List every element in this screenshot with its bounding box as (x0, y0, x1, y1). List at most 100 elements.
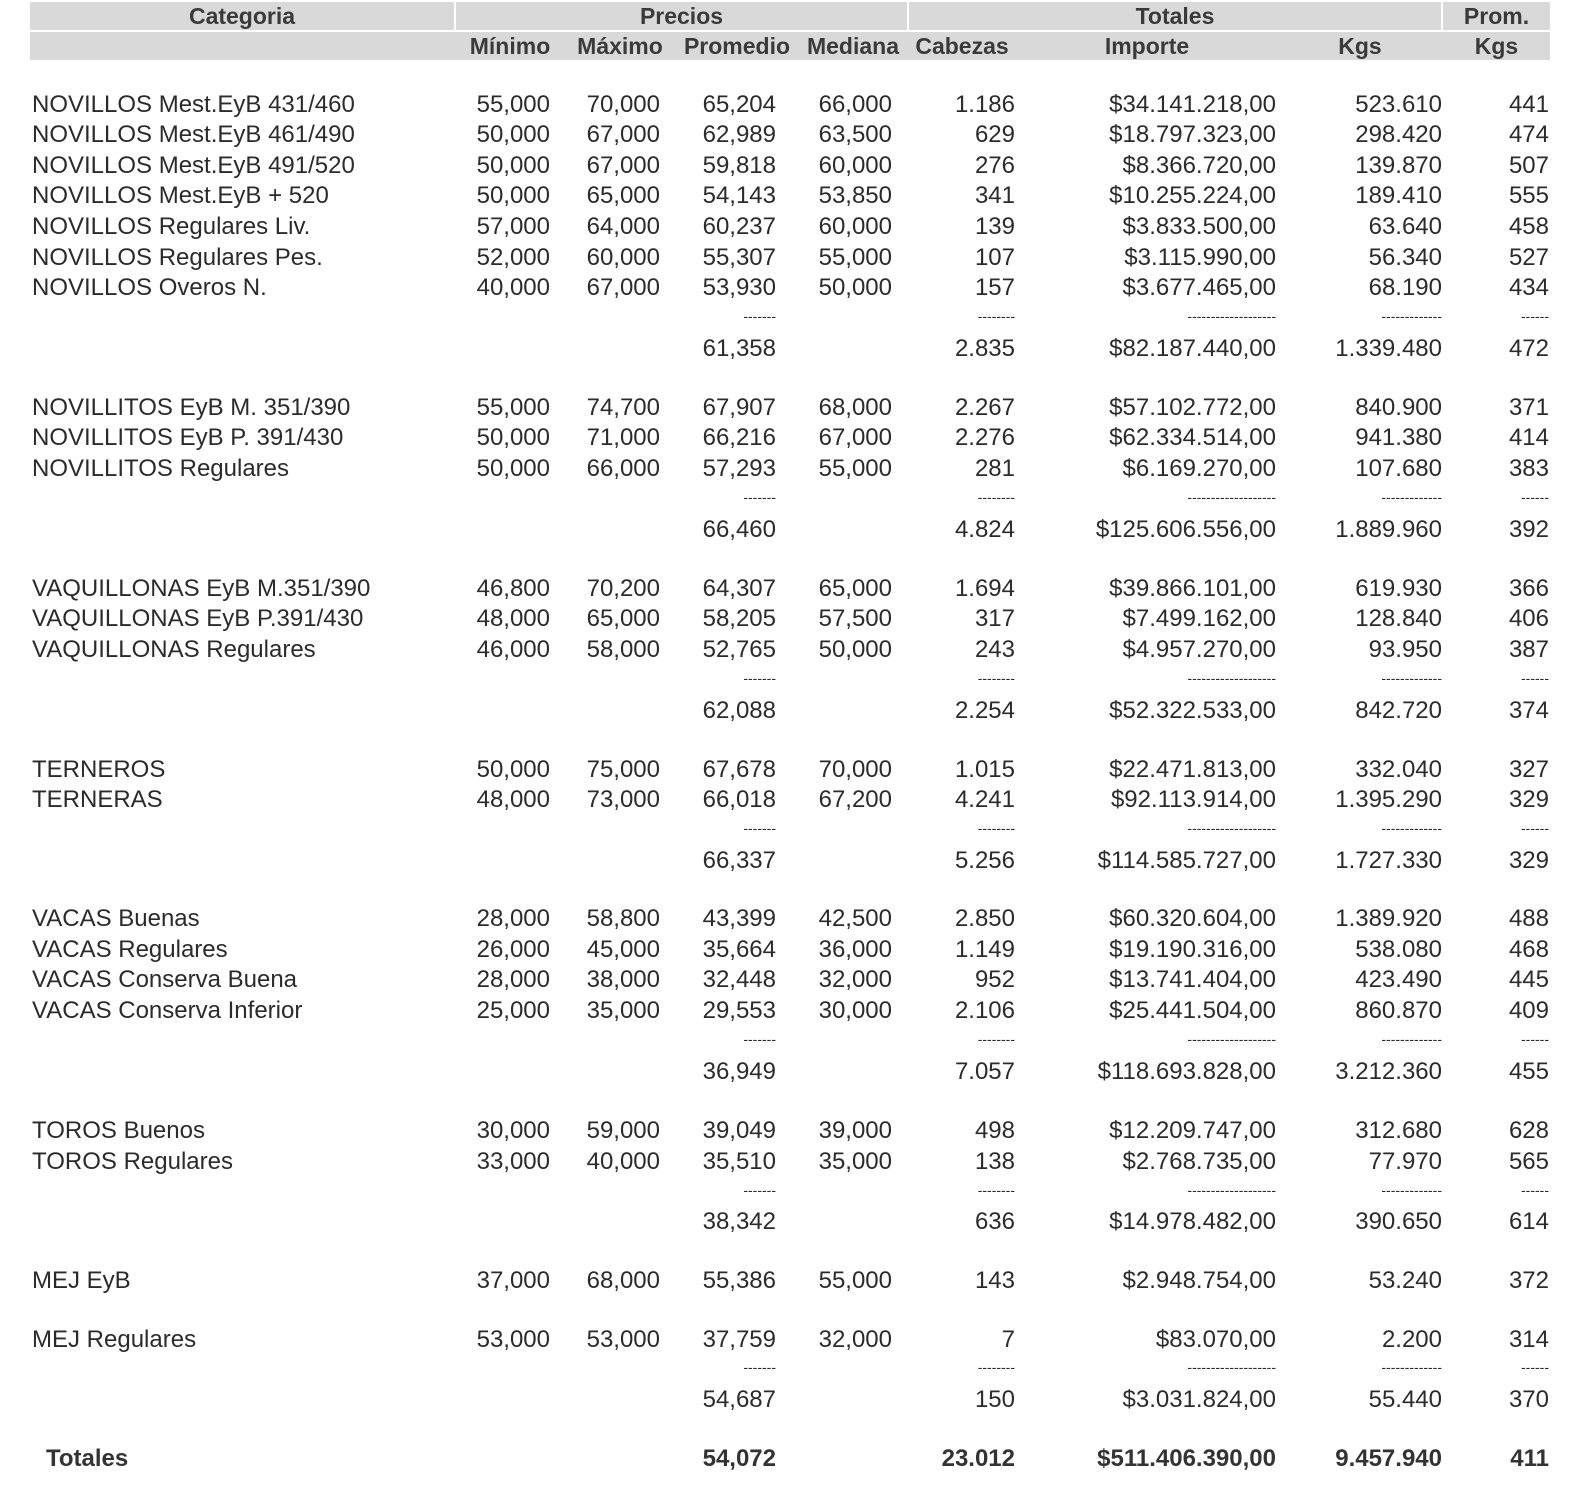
separator-dashes: ------------------- (1187, 489, 1276, 505)
livestock-price-report: Categoria Precios Totales Prom. Mínimo M… (0, 0, 1584, 1500)
cell-prom-kgs: 488 (1508, 905, 1549, 932)
separator-dashes: ------ (1521, 1182, 1549, 1198)
cell-prom-kgs: 366 (1508, 575, 1549, 602)
cell-minimo: 57,000 (476, 213, 550, 240)
separator-dashes: ------- (743, 670, 776, 686)
header-precios: Precios (639, 3, 724, 29)
cell-categoria: NOVILLOS Overos N. (32, 274, 267, 301)
cell-minimo: 50,000 (476, 182, 550, 209)
separator-dashes: ------------- (1381, 1031, 1442, 1047)
cell-promedio: 66,460 (702, 516, 776, 543)
cell-kgs: 332.040 (1355, 756, 1442, 783)
cell-cabezas: 281 (974, 455, 1015, 482)
cell-cabezas: 2.254 (954, 697, 1015, 724)
separator-dashes: ------------------- (1187, 308, 1276, 324)
header-prom-kgs: Kgs (1474, 33, 1519, 59)
cell-categoria: NOVILLITOS EyB P. 391/430 (32, 424, 344, 451)
cell-mediana: 57,500 (818, 605, 892, 632)
cell-prom-kgs: 527 (1508, 244, 1549, 271)
cell-mediana: 55,000 (818, 455, 892, 482)
cell-cabezas: 7.057 (954, 1058, 1015, 1085)
cell-minimo: 50,000 (476, 756, 550, 783)
cell-categoria: MEJ EyB (32, 1267, 131, 1294)
table-row: MEJ Regulares 53,000 53,000 37,759 32,000 7 $8… (0, 1325, 1584, 1355)
cell-kgs: 68.190 (1368, 274, 1442, 301)
cell-promedio: 38,342 (702, 1208, 776, 1235)
cell-mediana: 53,850 (818, 182, 892, 209)
cell-maximo: 65,000 (586, 182, 660, 209)
header-prom: Prom. (1463, 3, 1530, 29)
cell-maximo: 68,000 (586, 1267, 660, 1294)
cell-kgs: 107.680 (1355, 455, 1442, 482)
cell-mediana: 68,000 (818, 394, 892, 421)
cell-cabezas: 1.694 (954, 575, 1015, 602)
cell-cabezas: 107 (974, 244, 1015, 271)
cell-mediana: 35,000 (818, 1148, 892, 1175)
cell-prom-kgs: 472 (1508, 335, 1549, 362)
separator-dashes: -------- (977, 1359, 1015, 1375)
cell-prom-kgs: 411 (1510, 1445, 1549, 1472)
cell-prom-kgs: 507 (1508, 152, 1549, 179)
cell-importe: $511.406.390,00 (1097, 1445, 1276, 1472)
cell-importe: $7.499.162,00 (1122, 605, 1276, 632)
table-row: TERNERAS 48,000 73,000 66,018 67,200 4.241 $92… (0, 785, 1584, 815)
table-row: VACAS Conserva Buena 28,000 38,000 32,448 32… (0, 965, 1584, 995)
cell-prom-kgs: 434 (1508, 274, 1549, 301)
separator-row: ------- -------- ------------------- ------… (0, 670, 1584, 692)
cell-maximo: 40,000 (586, 1148, 660, 1175)
cell-mediana: 50,000 (818, 274, 892, 301)
cell-minimo: 50,000 (476, 455, 550, 482)
separator-dashes: ------------------- (1187, 820, 1276, 836)
cell-cabezas: 143 (974, 1267, 1015, 1294)
subtotal-row: 66,460 4.824 $125.606.556,00 1.889.960 392 (0, 515, 1584, 545)
cell-cabezas: 2.276 (954, 424, 1015, 451)
cell-prom-kgs: 474 (1508, 121, 1549, 148)
cell-mediana: 70,000 (818, 756, 892, 783)
cell-kgs: 538.080 (1355, 936, 1442, 963)
cell-importe: $34.141.218,00 (1109, 91, 1276, 118)
separator-dashes: ------------- (1381, 820, 1442, 836)
cell-cabezas: 4.824 (954, 516, 1015, 543)
cell-cabezas: 2.106 (954, 997, 1015, 1024)
cell-cabezas: 2.850 (954, 905, 1015, 932)
cell-maximo: 53,000 (586, 1326, 660, 1353)
subtotal-row: 61,358 2.835 $82.187.440,00 1.339.480 472 (0, 334, 1584, 364)
cell-minimo: 26,000 (476, 936, 550, 963)
cell-kgs: 2.200 (1381, 1326, 1442, 1353)
separator-dashes: -------- (977, 308, 1015, 324)
cell-cabezas: 2.835 (954, 335, 1015, 362)
separator-dashes: -------- (977, 1182, 1015, 1198)
subtotal-row: 62,088 2.254 $52.322.533,00 842.720 374 (0, 696, 1584, 726)
cell-promedio: 39,049 (702, 1117, 776, 1144)
cell-maximo: 35,000 (586, 997, 660, 1024)
cell-cabezas: 276 (974, 152, 1015, 179)
cell-prom-kgs: 327 (1508, 756, 1549, 783)
cell-minimo: 50,000 (476, 424, 550, 451)
table-row: NOVILLITOS Regulares 50,000 66,000 57,293 55… (0, 454, 1584, 484)
cell-kgs: 860.870 (1355, 997, 1442, 1024)
separator-dashes: ------ (1521, 308, 1549, 324)
cell-categoria: TERNERAS (32, 786, 163, 813)
table-row: NOVILLOS Mest.EyB 461/490 50,000 67,000 62,… (0, 120, 1584, 150)
cell-categoria: VACAS Buenas (32, 905, 200, 932)
cell-minimo: 46,800 (476, 575, 550, 602)
cell-minimo: 50,000 (476, 121, 550, 148)
cell-kgs: 63.640 (1368, 213, 1442, 240)
cell-importe: $6.169.270,00 (1122, 455, 1276, 482)
cell-cabezas: 952 (974, 966, 1015, 993)
table-row: VAQUILLONAS EyB P.391/430 48,000 65,000 58,… (0, 604, 1584, 634)
separator-dashes: ------- (743, 489, 776, 505)
cell-kgs: 139.870 (1355, 152, 1442, 179)
cell-cabezas: 243 (974, 636, 1015, 663)
cell-promedio: 54,143 (702, 182, 776, 209)
cell-promedio: 66,018 (702, 786, 776, 813)
separator-dashes: ------- (743, 1359, 776, 1375)
cell-maximo: 58,000 (586, 636, 660, 663)
cell-kgs: 77.970 (1368, 1148, 1442, 1175)
cell-minimo: 28,000 (476, 905, 550, 932)
cell-prom-kgs: 371 (1508, 394, 1549, 421)
cell-importe: $8.366.720,00 (1122, 152, 1276, 179)
cell-prom-kgs: 372 (1508, 1267, 1549, 1294)
cell-categoria: NOVILLOS Regulares Pes. (32, 244, 323, 271)
cell-importe: $2.948.754,00 (1122, 1267, 1276, 1294)
